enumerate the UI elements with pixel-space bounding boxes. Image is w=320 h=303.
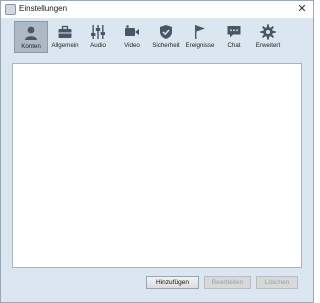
shield-icon [160,25,172,39]
tab-erweitert[interactable]: Erweitert [251,21,285,53]
camera-icon [125,25,139,36]
tab-erweitert-label: Erweitert [255,42,281,49]
delete-button[interactable]: Löschen [256,276,298,289]
settings-window: Einstellungen ✕ Konten Allgemein Audio V… [0,0,314,303]
chat-icon [227,26,241,38]
equalizer-icon [91,25,105,39]
user-icon [25,26,37,40]
edit-button[interactable]: Bearbeiten [204,276,251,289]
close-icon[interactable]: ✕ [295,2,309,16]
briefcase-icon [58,25,72,38]
flag-icon [195,25,205,39]
gear-icon [260,24,276,40]
title-bar: Einstellungen ✕ [1,1,313,18]
settings-toolbar: Konten Allgemein Audio Video Sicherheit … [1,18,313,54]
window-title: Einstellungen [19,4,68,13]
accounts-list[interactable] [12,63,302,268]
app-icon [5,4,16,15]
add-button[interactable]: Hinzufügen [146,276,199,289]
